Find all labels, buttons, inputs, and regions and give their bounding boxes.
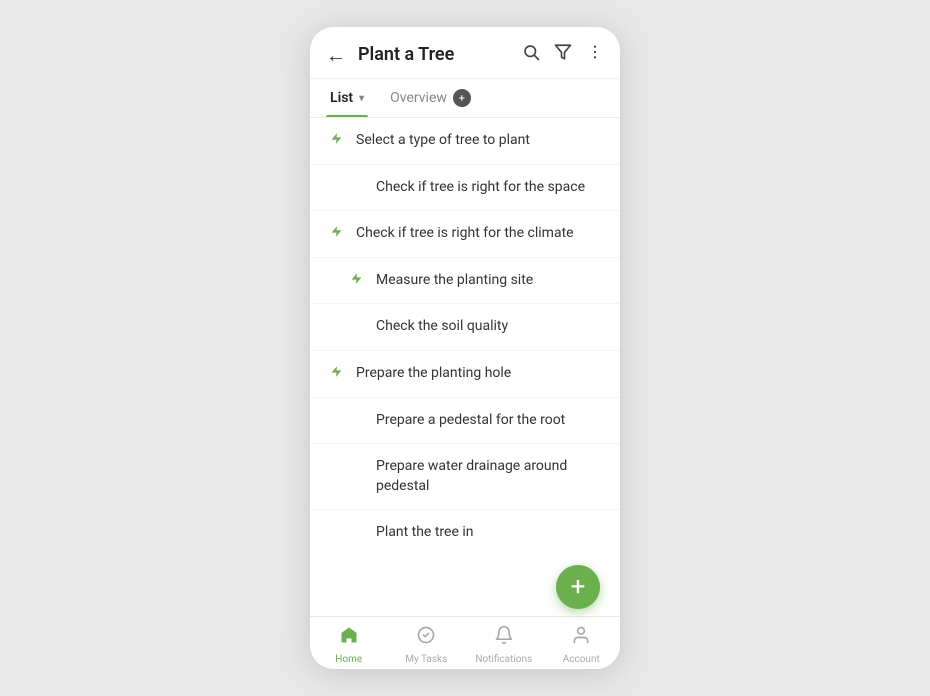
tab-overview-badge: + [453, 89, 471, 107]
nav-label-my-tasks: My Tasks [405, 654, 447, 665]
task-text: Select a type of tree to plant [356, 131, 530, 151]
task-text: Check if tree is right for the climate [356, 224, 574, 244]
nav-item-my-tasks[interactable]: My Tasks [388, 625, 466, 665]
header: ← Plant a Tree [310, 27, 620, 79]
task-lightning-icon [326, 365, 346, 378]
tab-list-label: List [330, 90, 353, 106]
tab-overview[interactable]: Overview + [386, 79, 475, 117]
notifications-icon [494, 625, 514, 650]
filter-icon[interactable] [554, 43, 572, 66]
task-item[interactable]: Check if tree is right for the climate [310, 211, 620, 258]
search-icon[interactable] [522, 43, 540, 66]
task-item[interactable]: ⚡ Check the soil quality [310, 304, 620, 351]
task-text: Prepare water drainage around pedestal [376, 457, 604, 496]
more-icon[interactable] [586, 43, 604, 66]
task-list: Select a type of tree to plant ⚡ Check i… [310, 118, 620, 616]
task-item[interactable]: Select a type of tree to plant [310, 118, 620, 165]
nav-label-notifications: Notifications [475, 654, 532, 665]
task-item[interactable]: Measure the planting site [310, 258, 620, 305]
task-text: Check the soil quality [376, 317, 508, 337]
header-icons [522, 43, 604, 66]
nav-item-home[interactable]: Home [310, 625, 388, 665]
task-item[interactable]: ⚡ Prepare a pedestal for the root [310, 398, 620, 445]
tab-list-dropdown-icon: ▾ [359, 93, 364, 104]
tabs-bar: List ▾ Overview + [310, 79, 620, 118]
fab-add-button[interactable]: + [556, 565, 600, 609]
tab-list[interactable]: List ▾ [326, 80, 368, 116]
nav-item-account[interactable]: Account [543, 625, 621, 665]
bottom-nav: Home My Tasks Notifications [310, 616, 620, 669]
phone-container: ← Plant a Tree [310, 27, 620, 669]
account-icon [571, 625, 591, 650]
task-lightning-icon [326, 132, 346, 145]
my-tasks-icon [416, 625, 436, 650]
page-title: Plant a Tree [358, 44, 522, 65]
task-text: Check if tree is right for the space [376, 178, 585, 198]
task-item[interactable]: ⚡ Prepare water drainage around pedestal [310, 444, 620, 510]
task-lightning-icon [346, 272, 366, 285]
task-lightning-icon [326, 225, 346, 238]
task-item[interactable]: ⚡ Check if tree is right for the space [310, 165, 620, 212]
task-item[interactable]: ⚡ Plant the tree in [310, 510, 620, 556]
nav-label-account: Account [563, 654, 600, 665]
nav-item-notifications[interactable]: Notifications [465, 625, 543, 665]
nav-label-home: Home [335, 654, 362, 665]
task-text: Prepare the planting hole [356, 364, 511, 384]
task-item[interactable]: Prepare the planting hole [310, 351, 620, 398]
task-text: Prepare a pedestal for the root [376, 411, 565, 431]
tab-overview-label: Overview [390, 90, 447, 106]
home-icon [339, 625, 359, 650]
task-text: Measure the planting site [376, 271, 533, 291]
back-button[interactable]: ← [326, 45, 346, 65]
task-text: Plant the tree in [376, 523, 473, 543]
